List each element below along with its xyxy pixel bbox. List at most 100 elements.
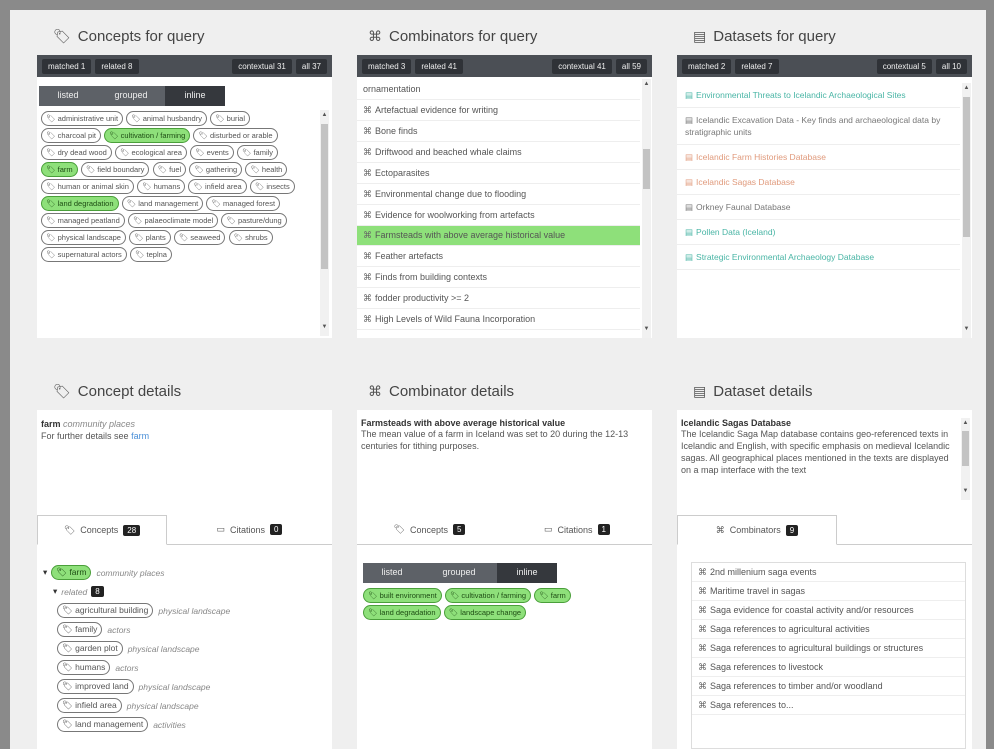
concept-tag[interactable]: 🏷 managed peatland: [41, 213, 125, 228]
tab-listed[interactable]: listed: [363, 563, 421, 583]
tab-citations[interactable]: ▭ Citations 0: [167, 515, 332, 544]
concept-tag[interactable]: 🏷 field boundary: [80, 162, 150, 177]
combinator-item[interactable]: ⌘ Saga references to agricultural buildin…: [692, 639, 965, 658]
concept-tag[interactable]: 🏷 dry dead wood: [41, 145, 112, 160]
combinator-item[interactable]: ⌘ Maritime travel in sagas: [692, 582, 965, 601]
concepts-scrollbar[interactable]: ▲ ▼: [320, 110, 329, 336]
tab-citations[interactable]: ▭ Citations 1: [502, 515, 652, 544]
tab-concepts[interactable]: 🏷 Concepts 5: [357, 515, 502, 544]
tab-inline[interactable]: inline: [497, 563, 557, 583]
concept-tag[interactable]: 🏷 burial: [210, 111, 251, 126]
scroll-down-icon[interactable]: ▼: [642, 326, 651, 332]
concept-tag[interactable]: 🏷 health: [245, 162, 288, 177]
scroll-down-icon[interactable]: ▼: [962, 326, 971, 332]
filter-related[interactable]: related 41: [415, 58, 463, 74]
filter-related[interactable]: related 8: [95, 58, 139, 74]
combinator-item[interactable]: ⌘ Driftwood and beached whale claims: [357, 142, 640, 163]
filter-matched[interactable]: matched 3: [362, 58, 412, 74]
concept-tag[interactable]: 🏷 landscape change: [443, 605, 527, 620]
concept-tag[interactable]: 🏷 disturbed or arable: [193, 128, 278, 143]
combinator-item[interactable]: ⌘ High Levels of Wild Fauna Incorporation: [357, 309, 640, 330]
concept-tag[interactable]: 🏷 humans: [57, 659, 111, 675]
filter-all[interactable]: all 37: [295, 58, 327, 74]
concept-tag[interactable]: 🏷 pasture/dung: [221, 213, 287, 228]
dataset-item[interactable]: ▤ Environmental Threats to Icelandic Arch…: [677, 83, 960, 108]
concept-tag[interactable]: 🏷 infield area: [57, 697, 122, 713]
combinator-item[interactable]: ⌘ Saga references to livestock: [692, 658, 965, 677]
concept-tag[interactable]: 🏷 administrative unit: [41, 111, 124, 126]
concept-tag[interactable]: 🏷 family: [236, 145, 279, 160]
tab-grouped[interactable]: grouped: [97, 86, 165, 106]
tab-concepts[interactable]: 🏷 Concepts 28: [37, 515, 167, 545]
concept-tag[interactable]: 🏷 teplna: [129, 247, 172, 262]
scroll-thumb[interactable]: [962, 431, 969, 466]
datasets-scrollbar[interactable]: ▲ ▼: [962, 83, 971, 338]
dataset-item[interactable]: ▤ Icelandic Farm Histories Database: [677, 145, 960, 170]
concept-tag[interactable]: 🏷 managed forest: [206, 196, 281, 211]
concept-tag[interactable]: 🏷 charcoal pit: [41, 128, 101, 143]
combinator-item[interactable]: ⌘ Saga references to agricultural activit…: [692, 620, 965, 639]
tab-inline[interactable]: inline: [165, 86, 225, 106]
concept-tag[interactable]: 🏷 ecological area: [114, 145, 187, 160]
further-details-link[interactable]: farm: [131, 431, 149, 441]
tab-listed[interactable]: listed: [39, 86, 97, 106]
concept-tag[interactable]: 🏷 farm: [51, 564, 92, 580]
scroll-thumb[interactable]: [643, 149, 650, 189]
concept-tag[interactable]: 🏷 seaweed: [173, 230, 226, 245]
concept-tag[interactable]: 🏷 gathering: [189, 162, 243, 177]
dataset-item[interactable]: ▤ Pollen Data (Iceland): [677, 220, 960, 245]
combinator-item[interactable]: ornamentation: [357, 79, 640, 100]
scroll-up-icon[interactable]: ▲: [961, 420, 970, 426]
dataset-item[interactable]: ▤ Strategic Environmental Archaeology Dat…: [677, 245, 960, 270]
concept-tag[interactable]: 🏷 palaeoclimate model: [127, 213, 219, 228]
concept-tag[interactable]: 🏷 cultivation / farming: [444, 588, 532, 603]
filter-all[interactable]: all 59: [615, 58, 647, 74]
combinator-item[interactable]: ⌘ Evidence for woolworking from artefacts: [357, 205, 640, 226]
concept-tag[interactable]: 🏷 farm: [41, 162, 78, 177]
filter-related[interactable]: related 7: [735, 58, 779, 74]
concept-tag[interactable]: 🏷 family: [57, 621, 103, 637]
concept-tag[interactable]: 🏷 physical landscape: [41, 230, 126, 245]
concept-tag[interactable]: 🏷 land management: [57, 716, 149, 732]
scroll-up-icon[interactable]: ▲: [320, 112, 329, 118]
concept-tag[interactable]: 🏷 improved land: [57, 678, 134, 694]
combinator-item[interactable]: ⌘ Bone finds: [357, 121, 640, 142]
combinator-item[interactable]: ⌘ Artefactual evidence for writing: [357, 100, 640, 121]
combinator-item[interactable]: ⌘ fodder productivity >= 2: [357, 288, 640, 309]
concept-tag[interactable]: 🏷 land degradation: [363, 605, 441, 620]
tab-combinators[interactable]: ⌘ Combinators 9: [677, 515, 837, 545]
caret-down-icon[interactable]: ▾: [43, 567, 47, 578]
concept-tag[interactable]: 🏷 insects: [249, 179, 295, 194]
concept-tag[interactable]: 🏷 garden plot: [57, 640, 123, 656]
concept-tag[interactable]: 🏷 cultivation / farming: [104, 128, 191, 143]
filter-contextual[interactable]: contextual 31: [232, 58, 292, 74]
filter-contextual[interactable]: contextual 5: [876, 58, 932, 74]
concept-tag[interactable]: 🏷 fuel: [152, 162, 187, 177]
filter-matched[interactable]: matched 1: [42, 58, 92, 74]
scroll-thumb[interactable]: [321, 124, 328, 269]
concept-tag[interactable]: 🏷 infield area: [188, 179, 247, 194]
dataset-item[interactable]: ▤ Icelandic Sagas Database: [677, 170, 960, 195]
scroll-down-icon[interactable]: ▼: [320, 324, 329, 330]
dataset-item[interactable]: ▤ Orkney Faunal Database: [677, 195, 960, 220]
filter-all[interactable]: all 10: [935, 58, 967, 74]
combinator-item[interactable]: ⌘ 2nd millenium saga events: [692, 563, 965, 582]
scroll-up-icon[interactable]: ▲: [642, 81, 651, 87]
combinator-item[interactable]: ⌘ Finds from building contexts: [357, 267, 640, 288]
concept-tag[interactable]: 🏷 built environment: [363, 588, 442, 603]
concept-tag[interactable]: 🏷 supernatural actors: [41, 247, 127, 262]
combinator-item[interactable]: ⌘ Environmental change due to flooding: [357, 184, 640, 205]
scroll-down-icon[interactable]: ▼: [961, 488, 970, 494]
concept-tag[interactable]: 🏷 plants: [129, 230, 171, 245]
combinators-scrollbar[interactable]: ▲ ▼: [642, 79, 651, 338]
concept-tag[interactable]: 🏷 humans: [136, 179, 186, 194]
combinator-item[interactable]: ⌘ Saga evidence for coastal activity and/…: [692, 601, 965, 620]
dataset-item[interactable]: ▤ Icelandic Excavation Data - Key finds a…: [677, 108, 960, 145]
caret-down-icon[interactable]: ▾: [53, 586, 57, 597]
concept-tag[interactable]: 🏷 shrubs: [228, 230, 273, 245]
concept-tag[interactable]: 🏷 land degradation: [41, 196, 119, 211]
combinator-item[interactable]: ⌘ Ectoparasites: [357, 163, 640, 184]
concept-tag[interactable]: 🏷 human or animal skin: [41, 179, 134, 194]
scroll-thumb[interactable]: [963, 97, 970, 237]
concept-tag[interactable]: 🏷 animal husbandry: [126, 111, 207, 126]
